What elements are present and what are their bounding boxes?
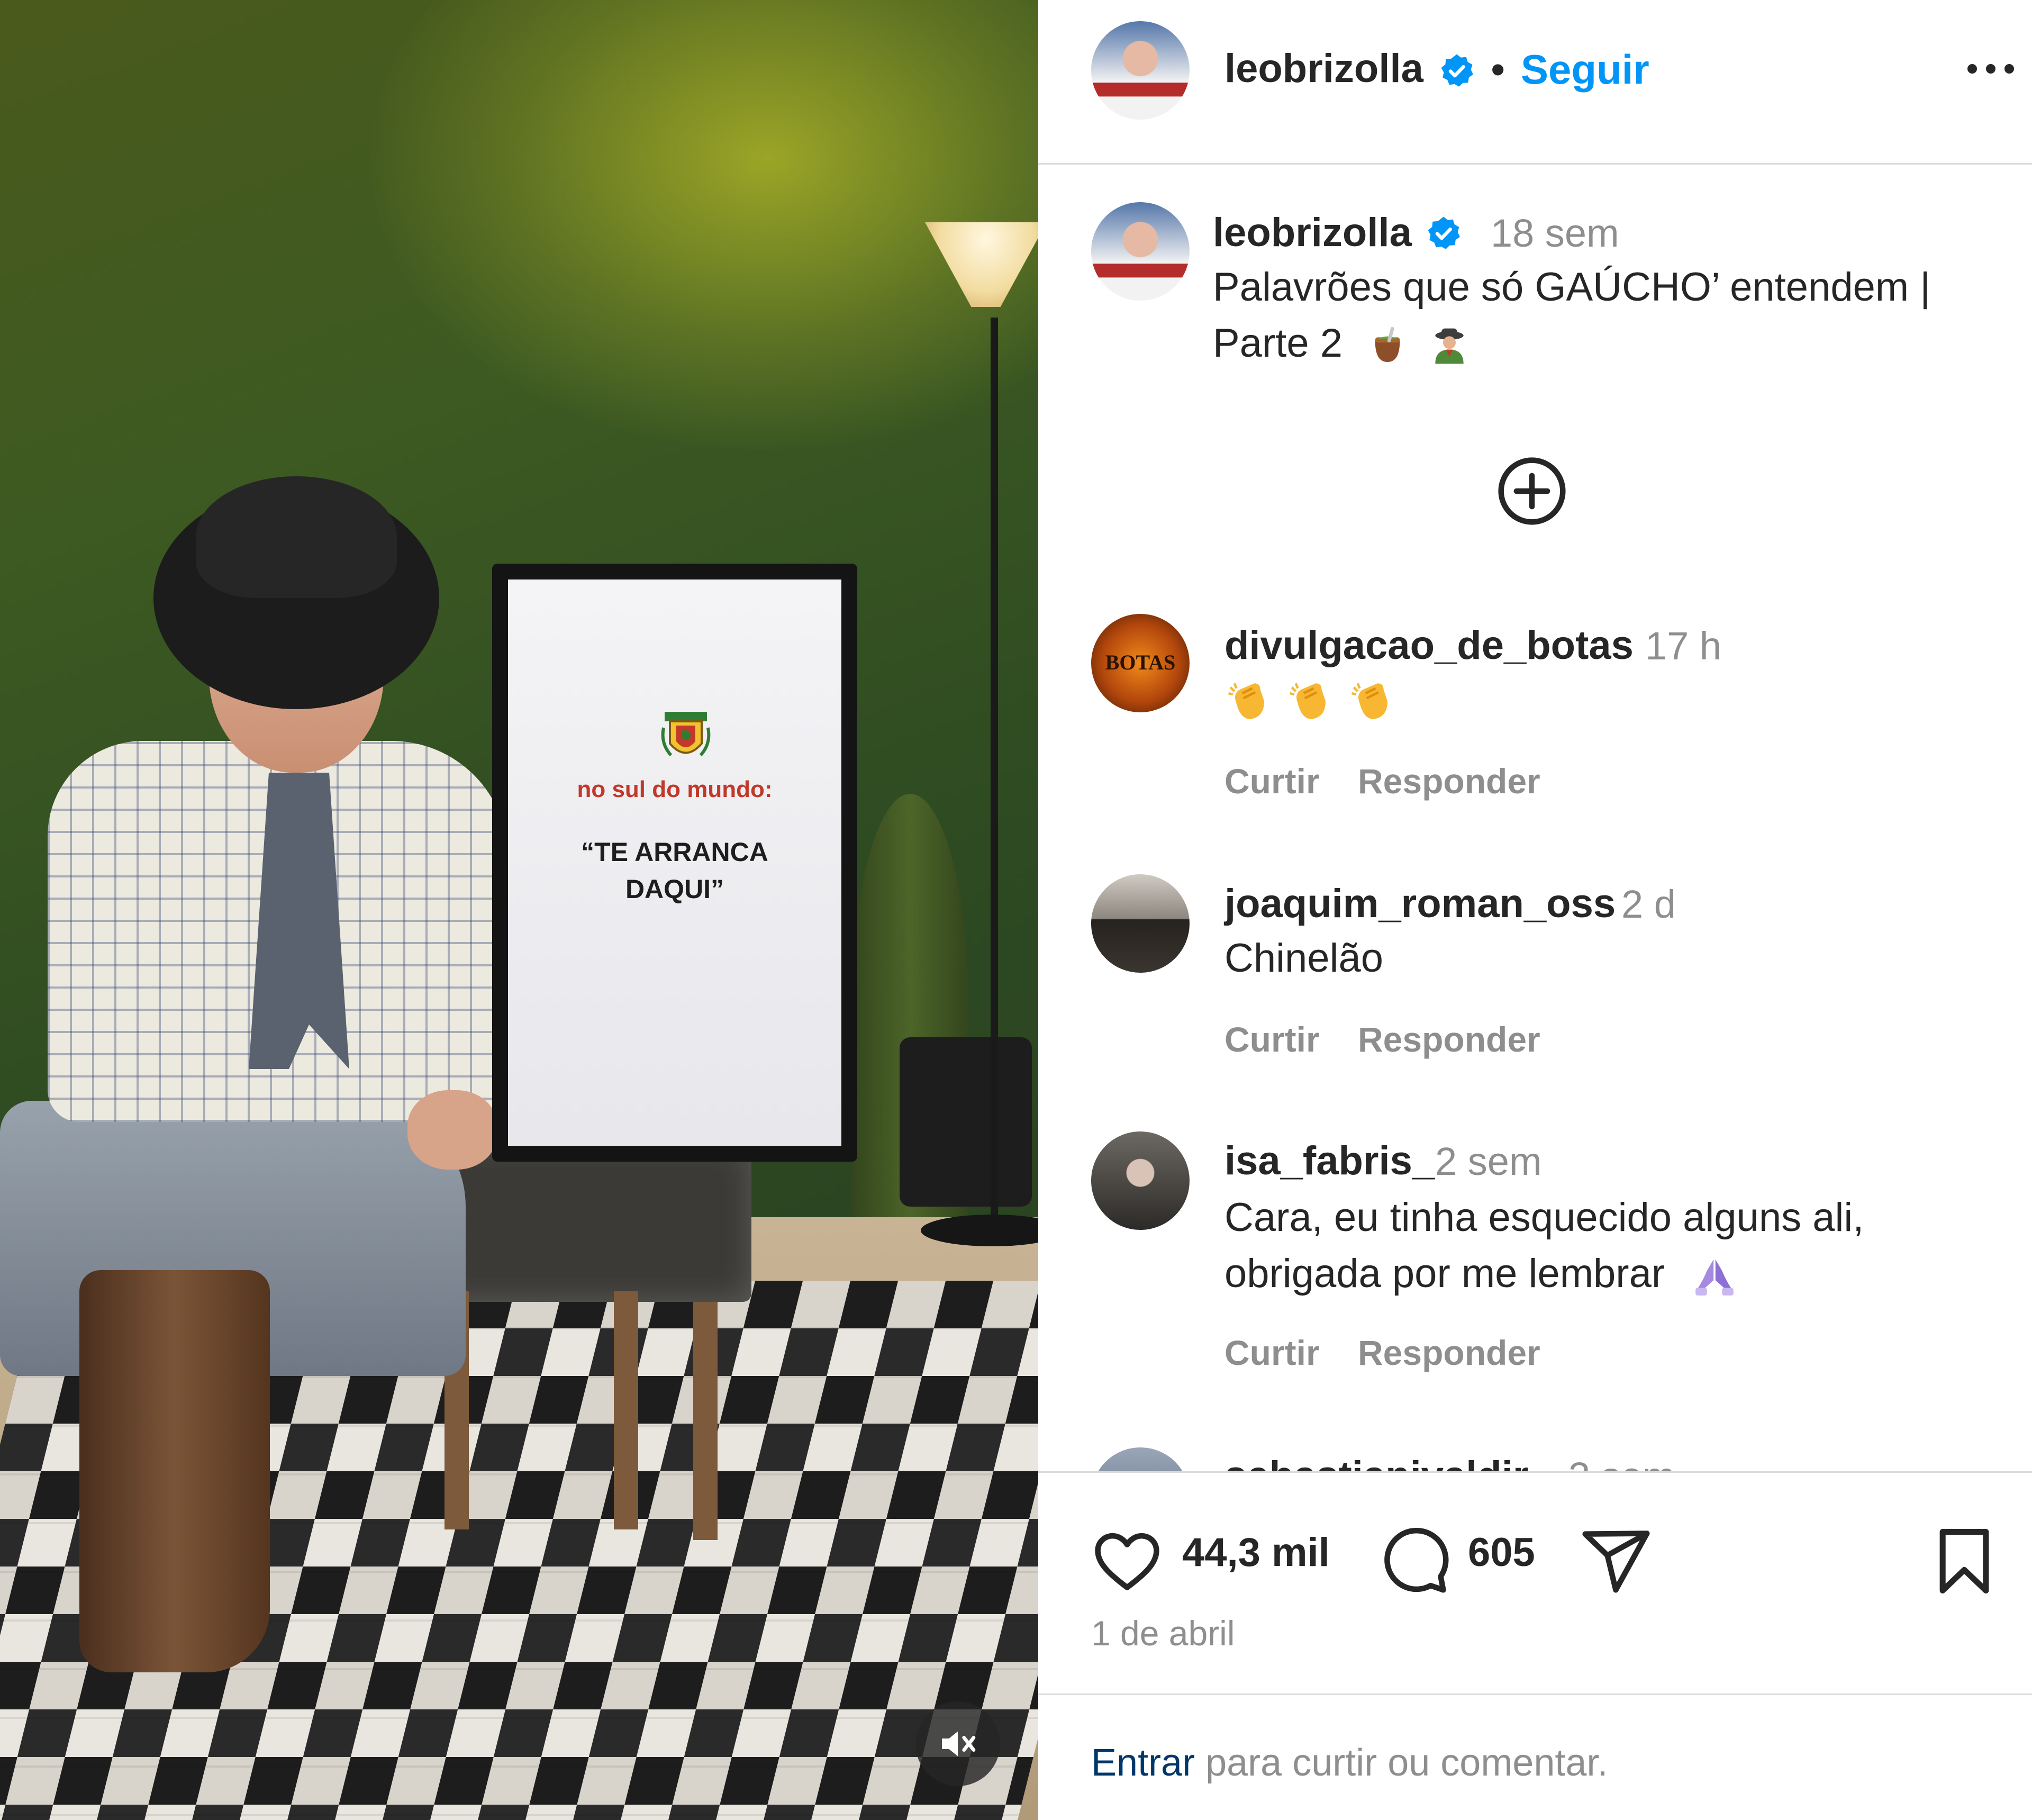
- comment-reply-button[interactable]: Responder: [1358, 1333, 1540, 1373]
- bookmark-icon[interactable]: [1927, 1524, 2001, 1598]
- stool-leg: [693, 1302, 718, 1540]
- caption-author-avatar[interactable]: [1091, 202, 1190, 301]
- clapping-hands-icon: [1290, 683, 1326, 719]
- caption-time[interactable]: 18 sem: [1491, 211, 1619, 256]
- screen-text-line2: “TE ARRANCA DAQUI”: [581, 837, 768, 904]
- monitor-screen: no sul do mundo: “TE ARRANCA DAQUI”: [508, 579, 841, 1146]
- actions-divider: [1038, 1471, 2032, 1473]
- comment-text: [1224, 677, 1395, 725]
- mate-gourd-icon: [1375, 327, 1400, 362]
- comment-username[interactable]: joaquim_roman_oss: [1224, 881, 1616, 927]
- caption-author-username[interactable]: leobrizolla: [1213, 210, 1412, 256]
- more-horizontal-icon: [1967, 64, 2014, 74]
- comment-reply-button[interactable]: Responder: [1358, 1019, 1540, 1060]
- likes-count[interactable]: 44,3 mil: [1182, 1529, 1330, 1575]
- post-video[interactable]: no sul do mundo: “TE ARRANCA DAQUI”: [0, 0, 1038, 1820]
- header-separator: •: [1491, 46, 1505, 93]
- comment-like-button[interactable]: Curtir: [1224, 1019, 1320, 1060]
- login-prompt: Entrar para curtir ou comentar.: [1091, 1741, 1608, 1785]
- vertical-monitor: no sul do mundo: “TE ARRANCA DAQUI”: [492, 564, 857, 1162]
- post-date[interactable]: 1 de abril: [1091, 1613, 1235, 1653]
- comment-avatar[interactable]: [1091, 1131, 1190, 1230]
- share-icon[interactable]: [1579, 1524, 1653, 1598]
- comment-text-line2: obrigada por me lembrar: [1224, 1251, 1665, 1296]
- gaucho-person-icon: [1435, 328, 1464, 364]
- author-username[interactable]: leobrizolla: [1224, 46, 1423, 92]
- comment-icon[interactable]: [1377, 1524, 1451, 1598]
- comment-time[interactable]: 17 h: [1645, 623, 1721, 668]
- verified-badge-icon: [1441, 54, 1473, 87]
- login-prompt-text: para curtir ou comentar.: [1195, 1742, 1608, 1784]
- comment-avatar[interactable]: [1091, 874, 1190, 973]
- avatar-logo-text: BOTAS: [1105, 650, 1176, 674]
- mute-button[interactable]: [915, 1701, 1000, 1786]
- comment-time[interactable]: 2 d: [1621, 882, 1676, 927]
- author-avatar[interactable]: [1091, 21, 1190, 120]
- comment-text: Chinelão: [1224, 936, 1383, 981]
- verified-badge-icon: [1428, 216, 1460, 249]
- post-actions-section: 44,3 mil 605 1 de abril Entrar para curt…: [1038, 1471, 2032, 1820]
- comments-count[interactable]: 605: [1468, 1529, 1535, 1575]
- person-hand: [407, 1090, 497, 1170]
- caption-line2: Parte 2: [1213, 321, 1343, 366]
- comment-time[interactable]: 2 sem: [1435, 1139, 1542, 1184]
- post-side-panel: leobrizolla • Seguir leobrizolla 18 sem …: [1038, 0, 2032, 1820]
- comment-username[interactable]: divulgacao_de_botas: [1224, 622, 1634, 668]
- login-divider: [1038, 1694, 2032, 1695]
- comment-reply-button[interactable]: Responder: [1358, 761, 1540, 801]
- comment-text-line2-wrap: obrigada por me lembrar: [1224, 1246, 1737, 1302]
- comment-avatar[interactable]: BOTAS: [1091, 614, 1190, 712]
- person-boot: [79, 1270, 270, 1672]
- plus-circle-icon[interactable]: [1495, 454, 1569, 528]
- caption-line1: Palavrões que só GAÚCHO’ entendem |: [1213, 265, 1931, 310]
- comment-like-button[interactable]: Curtir: [1224, 1333, 1320, 1373]
- screen-text-line1: no sul do mundo:: [577, 776, 773, 802]
- plant-pot: [900, 1037, 1032, 1207]
- clapping-hands-icon: [1351, 683, 1387, 719]
- speaker-muted-icon: [942, 1731, 976, 1756]
- header-divider: [1038, 163, 2032, 165]
- caption-line2-wrap: Parte 2: [1213, 315, 1471, 372]
- comment-username[interactable]: isa_fabris_: [1224, 1138, 1435, 1184]
- comment-text-line1: Cara, eu tinha esquecido alguns ali,: [1224, 1195, 1864, 1240]
- stool-leg: [614, 1291, 638, 1529]
- heart-icon[interactable]: [1090, 1524, 1164, 1598]
- comment-like-button[interactable]: Curtir: [1224, 761, 1320, 801]
- praying-hands-icon: [1695, 1259, 1734, 1296]
- clapping-hands-icon: [1228, 683, 1264, 719]
- more-options-button[interactable]: [1959, 37, 2022, 101]
- floor-lamp-pole: [991, 318, 998, 1217]
- follow-button[interactable]: Seguir: [1521, 46, 1649, 94]
- coat-of-arms-icon: [661, 712, 711, 757]
- login-link[interactable]: Entrar: [1091, 1742, 1195, 1784]
- hat-crown: [196, 476, 397, 598]
